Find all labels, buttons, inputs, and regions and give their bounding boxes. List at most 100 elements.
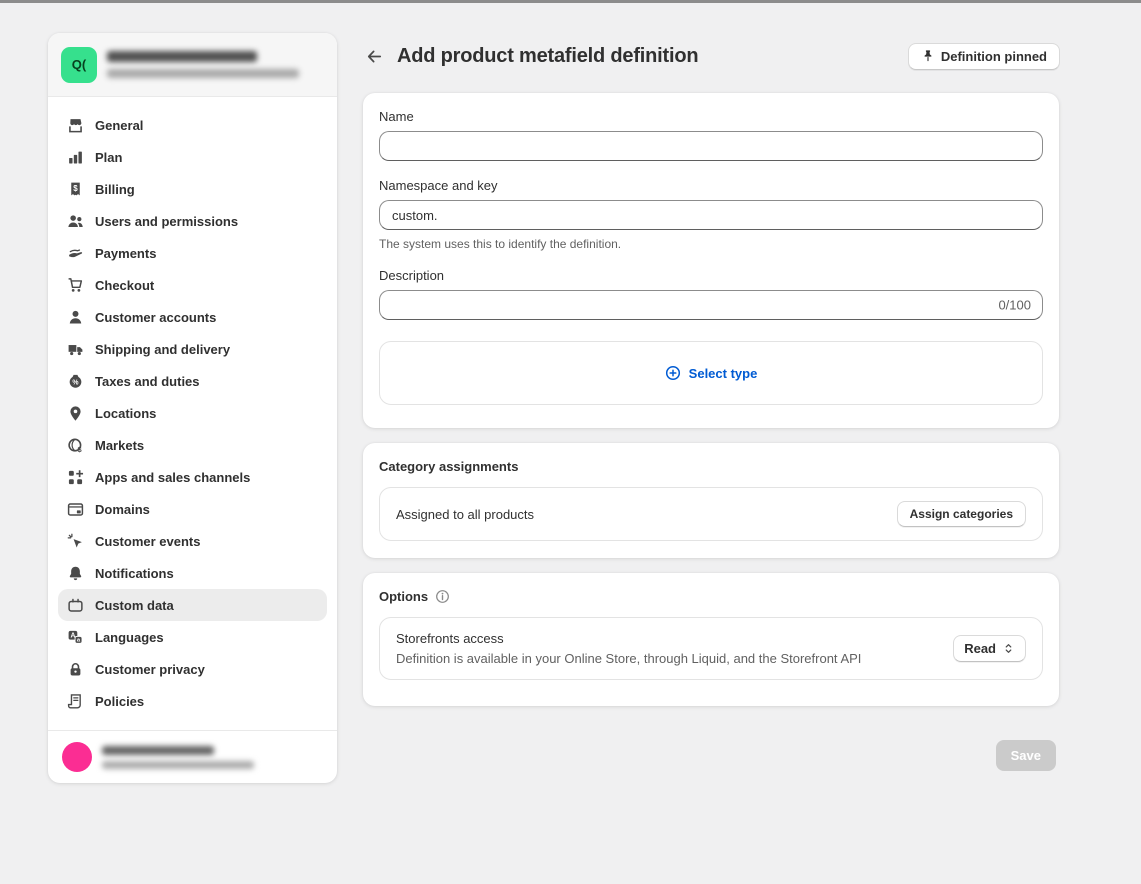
- store-name-redacted: [107, 51, 257, 62]
- options-card: Options Storefronts access Definition is…: [363, 573, 1059, 706]
- sidebar-item-general[interactable]: General: [58, 109, 327, 141]
- svg-text:$: $: [73, 183, 78, 192]
- user-name-redacted: [102, 746, 214, 755]
- sidebar-item-checkout[interactable]: Checkout: [58, 269, 327, 301]
- storefronts-access-description: Definition is available in your Online S…: [396, 651, 861, 666]
- sidebar-item-label: Policies: [95, 694, 144, 709]
- assign-categories-button[interactable]: Assign categories: [897, 501, 1026, 527]
- description-input[interactable]: [379, 290, 1043, 320]
- sidebar-item-shipping-and-delivery[interactable]: Shipping and delivery: [58, 333, 327, 365]
- category-status-text: Assigned to all products: [396, 507, 534, 522]
- assign-categories-label: Assign categories: [910, 507, 1013, 521]
- customer-privacy-lock-icon: [67, 661, 84, 678]
- user-footer[interactable]: [48, 730, 337, 783]
- store-domain-redacted: [107, 69, 299, 78]
- namespace-input[interactable]: [379, 200, 1043, 230]
- sidebar-item-markets[interactable]: $ Markets: [58, 429, 327, 461]
- sidebar-item-label: Billing: [95, 182, 135, 197]
- definition-pinned-label: Definition pinned: [941, 49, 1047, 64]
- definition-pinned-button[interactable]: Definition pinned: [908, 43, 1060, 70]
- sidebar-item-languages[interactable]: AaLanguages: [58, 621, 327, 653]
- sidebar-item-users-and-permissions[interactable]: Users and permissions: [58, 205, 327, 237]
- sidebar-item-locations[interactable]: Locations: [58, 397, 327, 429]
- sidebar-item-label: Taxes and duties: [95, 374, 200, 389]
- sidebar-item-apps-and-sales-channels[interactable]: Apps and sales channels: [58, 461, 327, 493]
- options-title: Options: [379, 589, 428, 604]
- users-icon: [67, 213, 84, 230]
- category-assignments-row: Assigned to all products Assign categori…: [379, 487, 1043, 541]
- storefronts-access-text: Storefronts access Definition is availab…: [396, 631, 861, 666]
- sidebar-item-label: Custom data: [95, 598, 174, 613]
- namespace-field-group: Namespace and key The system uses this t…: [379, 178, 1043, 251]
- sidebar-item-notifications[interactable]: Notifications: [58, 557, 327, 589]
- name-field-group: Name: [379, 109, 1043, 161]
- save-button[interactable]: Save: [996, 740, 1056, 771]
- apps-grid-icon: [67, 469, 84, 486]
- sidebar-item-label: Customer privacy: [95, 662, 205, 677]
- sidebar-item-label: Apps and sales channels: [95, 470, 250, 485]
- sidebar-item-domains[interactable]: Domains: [58, 493, 327, 525]
- store-icon: [67, 117, 84, 134]
- locations-pin-icon: [67, 405, 84, 422]
- sidebar-item-policies[interactable]: Policies: [58, 685, 327, 717]
- sidebar-item-label: Shipping and delivery: [95, 342, 230, 357]
- store-header[interactable]: Q(: [48, 33, 337, 97]
- sidebar-item-custom-data[interactable]: Custom data: [58, 589, 327, 621]
- storefronts-access-title: Storefronts access: [396, 631, 861, 646]
- domains-browser-icon: [67, 501, 84, 518]
- select-type-button[interactable]: Select type: [379, 341, 1043, 405]
- storefront-access-select[interactable]: Read: [953, 635, 1026, 662]
- sidebar-item-label: Markets: [95, 438, 144, 453]
- sidebar-item-customer-privacy[interactable]: Customer privacy: [58, 653, 327, 685]
- markets-globe-icon: $: [67, 437, 84, 454]
- sidebar-item-label: Customer accounts: [95, 310, 216, 325]
- sidebar-item-label: Notifications: [95, 566, 174, 581]
- storefront-access-value: Read: [964, 641, 996, 656]
- sidebar-item-customer-accounts[interactable]: Customer accounts: [58, 301, 327, 333]
- sidebar-item-billing[interactable]: $ Billing: [58, 173, 327, 205]
- sidebar-item-customer-events[interactable]: Customer events: [58, 525, 327, 557]
- policies-document-icon: [67, 693, 84, 710]
- store-avatar: Q(: [61, 47, 97, 83]
- name-input[interactable]: [379, 131, 1043, 161]
- payments-icon: [67, 245, 84, 262]
- back-arrow-icon: [366, 48, 383, 65]
- updown-chevrons-icon: [1002, 642, 1015, 655]
- page-title: Add product metafield definition: [397, 45, 908, 68]
- checkout-cart-icon: [67, 277, 84, 294]
- shipping-truck-icon: [67, 341, 84, 358]
- sidebar-item-label: Checkout: [95, 278, 154, 293]
- sidebar-item-label: Plan: [95, 150, 122, 165]
- category-assignments-card: Category assignments Assigned to all pro…: [363, 443, 1059, 558]
- sidebar-item-label: Domains: [95, 502, 150, 517]
- settings-sidebar: Q( General Plan $ Billing Users and permissi…: [48, 33, 337, 783]
- sidebar-item-label: Languages: [95, 630, 164, 645]
- description-label: Description: [379, 268, 1043, 283]
- user-avatar: [62, 742, 92, 772]
- sidebar-item-taxes-and-duties[interactable]: %Taxes and duties: [58, 365, 327, 397]
- notifications-bell-icon: [67, 565, 84, 582]
- sidebar-item-label: General: [95, 118, 143, 133]
- namespace-helper-text: The system uses this to identify the def…: [379, 237, 1043, 251]
- pin-icon: [921, 49, 935, 63]
- description-char-counter: 0/100: [998, 298, 1031, 313]
- window-top-strip: [0, 0, 1141, 3]
- page-header: Add product metafield definition Definit…: [360, 41, 1060, 71]
- svg-text:$: $: [77, 444, 82, 453]
- store-identity: [107, 51, 299, 78]
- user-email-redacted: [102, 761, 254, 769]
- plus-circle-icon: [665, 365, 681, 381]
- customer-accounts-icon: [67, 309, 84, 326]
- sidebar-item-label: Customer events: [95, 534, 200, 549]
- sidebar-item-payments[interactable]: Payments: [58, 237, 327, 269]
- customer-events-cursor-icon: [67, 533, 84, 550]
- sidebar-item-label: Locations: [95, 406, 156, 421]
- description-field-group: Description 0/100: [379, 268, 1043, 320]
- sidebar-item-label: Payments: [95, 246, 156, 261]
- name-label: Name: [379, 109, 1043, 124]
- back-button[interactable]: [360, 42, 388, 70]
- options-title-row: Options: [379, 589, 1043, 604]
- info-icon[interactable]: [435, 589, 450, 604]
- select-type-label: Select type: [689, 366, 758, 381]
- sidebar-item-plan[interactable]: Plan: [58, 141, 327, 173]
